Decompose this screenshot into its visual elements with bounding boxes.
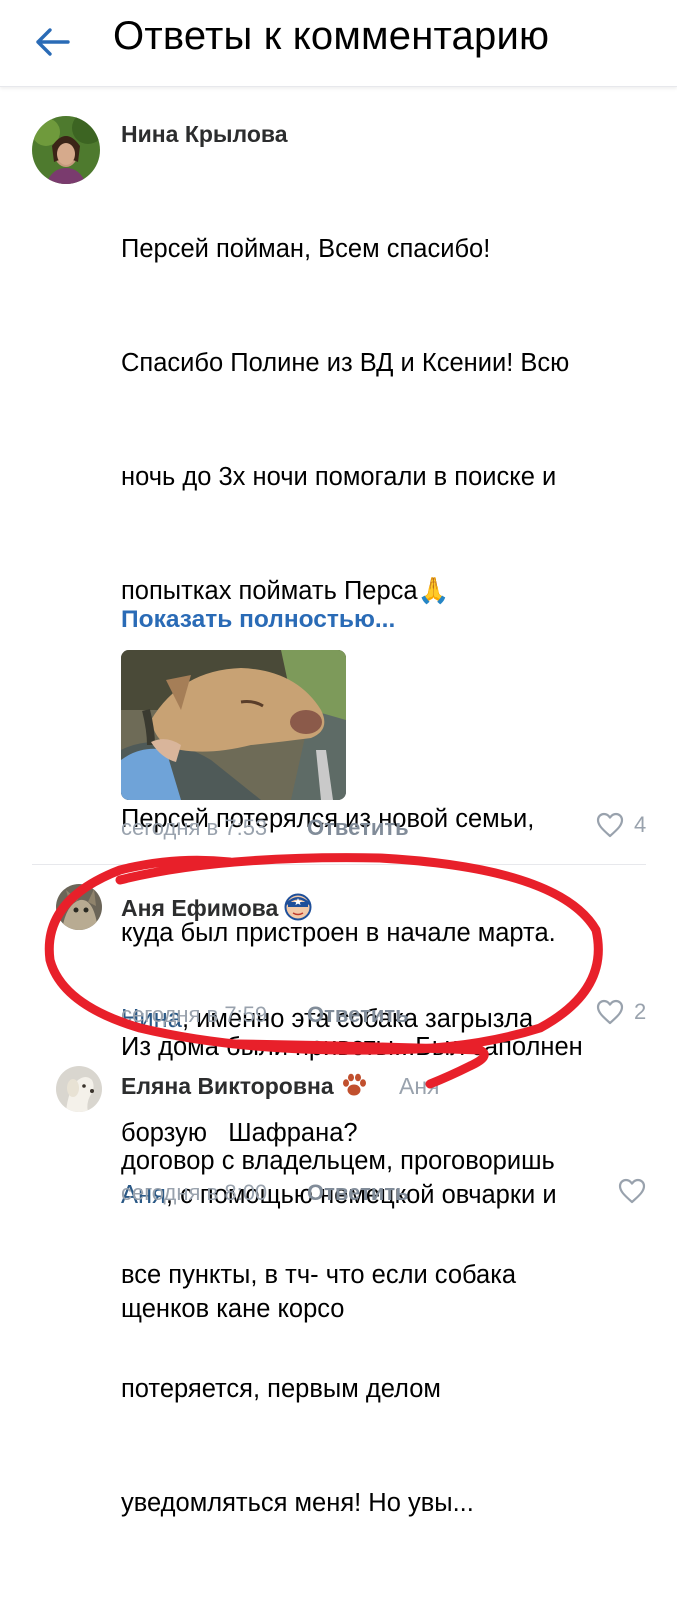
comment-time: сегодня в 8:00 [121,1180,268,1205]
heart-icon [618,1178,646,1204]
like-count: 2 [634,999,647,1024]
reply-to-label[interactable]: Аня [399,1073,440,1100]
reply-button[interactable]: Ответить [307,1180,409,1206]
comment-line: Персей пойман, Всем спасибо! [121,235,491,263]
arrow-left-icon [36,28,70,56]
like-button[interactable] [618,1178,646,1204]
comment-line: уведомляться меня! Но увы... [121,1489,474,1517]
divider [32,864,646,865]
avatar[interactable] [56,884,102,930]
heart-icon [596,999,624,1025]
author-name: Аня Ефимова [121,895,279,922]
page-title: Ответы к комментарию [113,14,550,58]
reply-button[interactable]: Ответить [307,1002,409,1028]
like-count: 4 [634,812,647,837]
comment-author[interactable]: Нина Крылова [121,121,288,148]
avatar[interactable] [56,1066,102,1112]
comment-line: попытках поймать Перса🙏 [121,572,583,610]
comment-line: Спасибо Полине из ВД и Ксении! Всю [121,349,570,377]
avatar[interactable] [32,116,100,184]
top-bar: Ответы к комментарию [0,0,677,87]
praying-hands-emoji: 🙏 [417,577,450,605]
captain-badge-icon [284,893,312,927]
attached-photo[interactable] [121,650,346,800]
reply-button[interactable]: Ответить [307,815,409,841]
comment-line: ночь до 3х ночи помогали в поиске и [121,463,557,491]
author-name: Еляна Викторовна [121,1073,334,1100]
like-button[interactable]: 4 [596,812,646,838]
comment-time: сегодня в 7:53 [121,815,268,840]
heart-icon [596,812,624,838]
comment-time: сегодня в 7:59 [121,1002,268,1027]
comment-line-text: попытках поймать Перса [121,577,418,605]
like-button[interactable]: 2 [596,999,646,1025]
back-button[interactable] [30,20,74,64]
show-more-link[interactable]: Показать полностью... [121,606,395,634]
comment-author[interactable]: Аня Ефимова [121,893,312,927]
comment-line: щенков кане корсо [121,1295,345,1323]
comment-text: Аня, с помощью немецкой овчарки и щенков… [121,1100,557,1404]
